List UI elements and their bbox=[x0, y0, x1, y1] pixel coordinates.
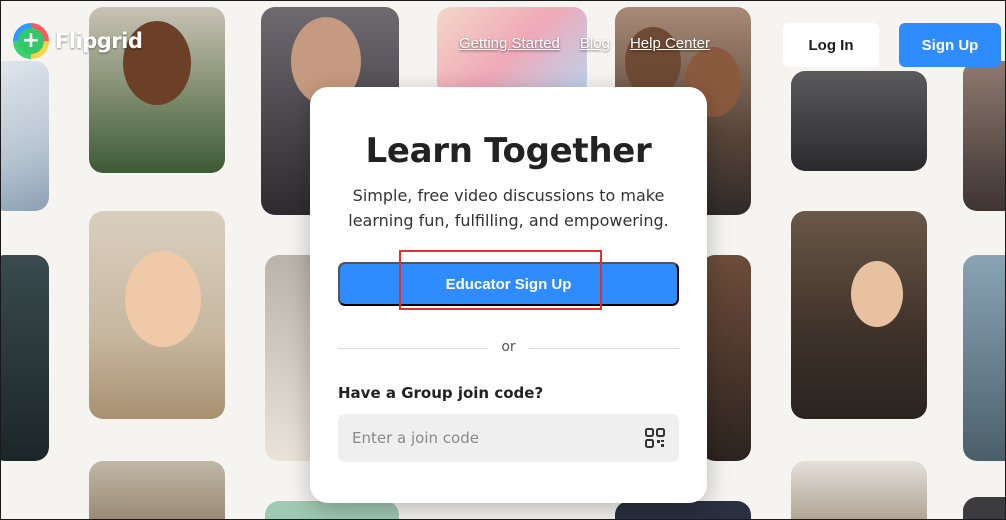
background-photo-tile bbox=[791, 461, 927, 519]
background-photo-tile bbox=[963, 255, 1005, 461]
brand-name: Flipgrid bbox=[55, 29, 143, 53]
or-divider: or bbox=[338, 339, 679, 355]
signup-card: Learn Together Simple, free video discus… bbox=[310, 87, 707, 503]
highlight-box bbox=[399, 250, 602, 310]
background-photo-tile bbox=[437, 7, 587, 97]
card-title: Learn Together bbox=[365, 131, 652, 171]
log-in-button[interactable]: Log In bbox=[783, 23, 879, 67]
join-code-label: Have a Group join code? bbox=[338, 384, 544, 402]
nav-getting-started[interactable]: Getting Started bbox=[459, 35, 560, 52]
background-photo-tile bbox=[963, 61, 1005, 211]
background-photo-tile bbox=[701, 255, 751, 461]
background-photo-tile bbox=[89, 461, 225, 519]
background-photo-tile bbox=[1, 255, 49, 461]
sign-up-button[interactable]: Sign Up bbox=[899, 23, 1001, 67]
nav-blog[interactable]: Blog bbox=[580, 35, 610, 52]
divider-text: or bbox=[501, 339, 516, 355]
flipgrid-plus-icon: + bbox=[13, 23, 49, 59]
nav-help-center[interactable]: Help Center bbox=[630, 35, 710, 52]
flipgrid-logo[interactable]: + Flipgrid bbox=[13, 23, 143, 59]
background-photo-tile bbox=[791, 211, 927, 419]
join-code-field[interactable] bbox=[338, 414, 679, 462]
background-photo-tile bbox=[963, 497, 1005, 519]
join-code-input[interactable] bbox=[352, 429, 645, 447]
top-nav: Getting Started Blog Help Center bbox=[459, 35, 710, 52]
background-photo-tile bbox=[265, 501, 399, 519]
background-photo-tile bbox=[791, 71, 927, 171]
card-subtitle: Simple, free video discussions to make l… bbox=[348, 186, 669, 230]
background-photo-tile bbox=[1, 61, 49, 211]
background-photo-tile bbox=[615, 501, 751, 519]
qr-code-icon[interactable] bbox=[645, 428, 665, 448]
background-photo-tile bbox=[89, 211, 225, 419]
page: + Flipgrid Getting Started Blog Help Cen… bbox=[0, 0, 1006, 520]
